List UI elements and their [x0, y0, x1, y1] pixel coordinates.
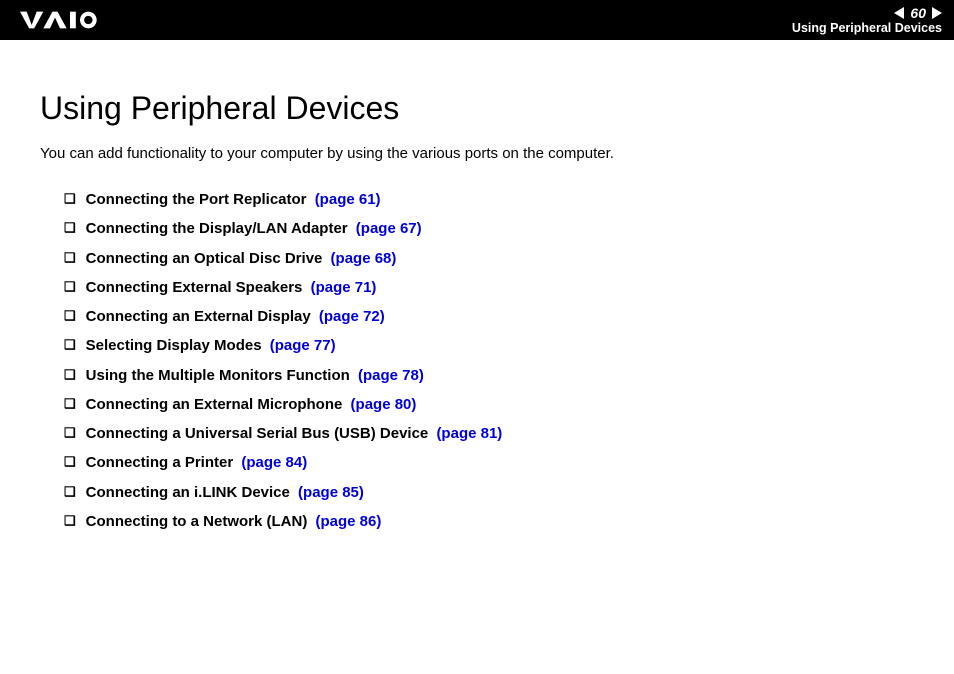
page-ref-link[interactable]: (page 78): [358, 367, 424, 384]
page-title: Using Peripheral Devices: [40, 90, 914, 127]
toc-item: ❑ Connecting an Optical Disc Drive (page …: [40, 249, 914, 269]
toc-label: Selecting Display Modes: [86, 337, 262, 354]
toc-label: Connecting the Port Replicator: [86, 191, 307, 208]
toc-item: ❑ Connecting an i.LINK Device (page 85): [40, 483, 914, 503]
bullet-icon: ❑: [64, 424, 76, 442]
toc-item: ❑ Selecting Display Modes (page 77): [40, 336, 914, 356]
page-ref-link[interactable]: (page 85): [298, 484, 364, 501]
toc-item: ❑ Connecting a Printer (page 84): [40, 453, 914, 473]
toc-list: ❑ Connecting the Port Replicator (page 61…: [40, 190, 914, 532]
content-area: Using Peripheral Devices You can add fun…: [0, 40, 954, 532]
page-ref-link[interactable]: (page 67): [356, 220, 422, 237]
page-ref-link[interactable]: (page 77): [270, 337, 336, 354]
bullet-icon: ❑: [64, 278, 76, 296]
next-page-icon[interactable]: [932, 7, 942, 19]
bullet-icon: ❑: [64, 483, 76, 501]
toc-label: Connecting an External Microphone: [86, 396, 343, 413]
bullet-icon: ❑: [64, 249, 76, 267]
page-number: 60: [910, 5, 926, 21]
toc-label: Connecting the Display/LAN Adapter: [86, 220, 348, 237]
toc-label: Connecting an Optical Disc Drive: [86, 250, 323, 267]
toc-item: ❑ Connecting External Speakers (page 71): [40, 278, 914, 298]
page-ref-link[interactable]: (page 80): [351, 396, 417, 413]
toc-item: ❑ Using the Multiple Monitors Function (p…: [40, 366, 914, 386]
toc-item: ❑ Connecting to a Network (LAN) (page 86): [40, 512, 914, 532]
bullet-icon: ❑: [64, 453, 76, 471]
toc-label: Connecting a Printer: [86, 454, 234, 471]
toc-item: ❑ Connecting the Port Replicator (page 61…: [40, 190, 914, 210]
toc-item: ❑ Connecting an External Microphone (page…: [40, 395, 914, 415]
bullet-icon: ❑: [64, 336, 76, 354]
page-ref-link[interactable]: (page 71): [311, 279, 377, 296]
page-ref-link[interactable]: (page 72): [319, 308, 385, 325]
bullet-icon: ❑: [64, 366, 76, 384]
bullet-icon: ❑: [64, 512, 76, 530]
page-ref-link[interactable]: (page 84): [241, 454, 307, 471]
page-ref-link[interactable]: (page 68): [331, 250, 397, 267]
toc-item: ❑ Connecting an External Display (page 72…: [40, 307, 914, 327]
vaio-logo: [20, 10, 120, 30]
bullet-icon: ❑: [64, 307, 76, 325]
bullet-icon: ❑: [64, 219, 76, 237]
header-bar: 60 Using Peripheral Devices: [0, 0, 954, 40]
prev-page-icon[interactable]: [894, 7, 904, 19]
header-right: 60 Using Peripheral Devices: [792, 5, 942, 35]
bullet-icon: ❑: [64, 190, 76, 208]
toc-item: ❑ Connecting a Universal Serial Bus (USB)…: [40, 424, 914, 444]
page-ref-link[interactable]: (page 86): [316, 513, 382, 530]
toc-label: Connecting an i.LINK Device: [86, 484, 290, 501]
page-nav: 60: [894, 5, 942, 21]
bullet-icon: ❑: [64, 395, 76, 413]
toc-label: Connecting External Speakers: [86, 279, 303, 296]
page-ref-link[interactable]: (page 61): [315, 191, 381, 208]
toc-label: Using the Multiple Monitors Function: [86, 367, 350, 384]
page-ref-link[interactable]: (page 81): [436, 425, 502, 442]
toc-label: Connecting to a Network (LAN): [86, 513, 308, 530]
toc-label: Connecting a Universal Serial Bus (USB) …: [86, 425, 429, 442]
header-section-title: Using Peripheral Devices: [792, 21, 942, 35]
intro-text: You can add functionality to your comput…: [40, 145, 914, 162]
toc-item: ❑ Connecting the Display/LAN Adapter (pag…: [40, 219, 914, 239]
toc-label: Connecting an External Display: [86, 308, 311, 325]
